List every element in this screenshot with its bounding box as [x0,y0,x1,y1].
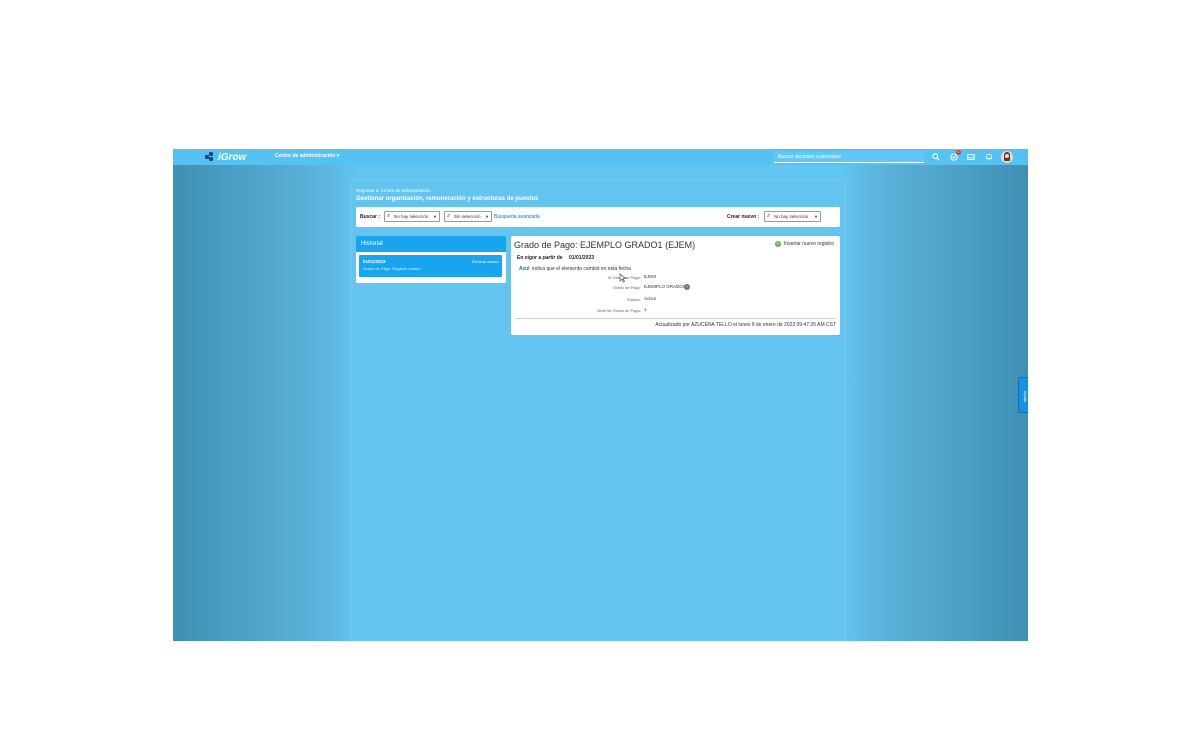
advanced-search-link[interactable]: Búsqueda avanzada [494,214,540,220]
inbox-icon[interactable] [965,151,977,163]
mouse-cursor-icon [619,273,627,283]
effective-date-label: En vigor a partir de [517,255,563,261]
main-panel: Regresar a: Centro de administración Ges… [350,180,846,641]
divider [515,318,836,319]
search-type-value: No hay selección [394,214,429,219]
legend-blue-label: Azul [519,266,530,272]
history-item-description: Grado de Pago: Registro creado [363,266,421,271]
search-toolbar: Buscar : ⌕ No hay selección ▼ ⌕ Sin sele… [356,207,840,227]
notification-badge: 1 [956,150,961,155]
detail-title: Grado de Pago: EJEMPLO GRADO1 (EJEM) [514,240,696,250]
effective-date-value: 01/01/2023 [569,255,595,261]
search-icon: ⌕ [387,213,391,219]
history-list-item[interactable]: 01/01/2023 Grado de Pago: Registro cread… [359,255,502,277]
search-icon[interactable] [930,151,942,163]
create-new-label: Crear nuevo : [727,214,760,220]
chevron-down-icon: ▼ [485,214,489,219]
pay-grade-detail-card: Grado de Pago: EJEMPLO GRADO1 (EJEM) + I… [511,236,840,335]
pay-grade-level-label: Nivel de Grado de Pago: [597,308,641,313]
search-icon: ⌕ [767,213,771,219]
history-card: Historial 01/01/2023 Grado de Pago: Regi… [356,236,506,283]
logo-mark-icon [205,152,215,162]
search-label: Buscar : [360,214,381,220]
insert-new-record-button[interactable]: + Insertar nuevo registro [774,241,834,247]
pay-grade-name-value: EJEMPLO GRADO1 [644,284,686,289]
pay-grade-level-value: 1 [644,307,647,312]
search-item-value: Sin selección [454,214,481,219]
last-updated-text: Actualizado por AZUCENA TELLO el lunes 9… [655,322,836,328]
top-navigation-bar: iGrow Centro de administración ▾ Buscar … [173,149,1028,165]
chevron-down-icon: ▼ [433,214,437,219]
avatar[interactable] [1001,151,1013,163]
pay-grade-id-label: ID Grado de Pago: [607,275,641,280]
pay-grade-id-value: EJEM [644,274,657,279]
status-label: Estado: [627,297,641,302]
create-new-value: No hay selección [774,214,809,219]
delete-action-link[interactable]: Eliminar acción [472,259,499,264]
igrow-logo[interactable]: iGrow [205,151,246,163]
search-icon: ⌕ [447,213,451,219]
help-side-tab[interactable]: Ayuda [1018,377,1028,413]
admin-center-menu[interactable]: Centro de administración ▾ [275,153,339,159]
page-title: Gestionar organización, remuneración y e… [356,196,539,202]
chevron-down-icon: ▼ [814,214,818,219]
global-search-input[interactable]: Buscar acciones o personas [774,151,924,163]
pay-grade-name-label: Grado de Pago: [612,285,641,290]
app-screen: iGrow Centro de administración ▾ Buscar … [173,149,1028,641]
insert-new-record-label: Insertar nuevo registro [783,241,834,247]
create-new-select[interactable]: ⌕ No hay selección ▼ [764,211,821,222]
breadcrumb[interactable]: Regresar a: Centro de administración [356,188,431,193]
info-icon[interactable]: i [684,284,690,290]
bell-icon[interactable] [983,151,995,163]
plus-circle-icon: + [774,241,781,247]
legend-text: indica que el elemento cambió en esta fe… [532,266,631,272]
app-name: iGrow [218,151,247,163]
history-item-date: 01/01/2023 [363,259,386,264]
status-value: Activo [644,296,657,301]
search-type-select[interactable]: ⌕ No hay selección ▼ [384,211,440,222]
history-header: Historial [356,236,506,252]
approvals-icon[interactable]: 1 [948,150,961,163]
search-item-select[interactable]: ⌕ Sin selección ▼ [444,211,492,222]
